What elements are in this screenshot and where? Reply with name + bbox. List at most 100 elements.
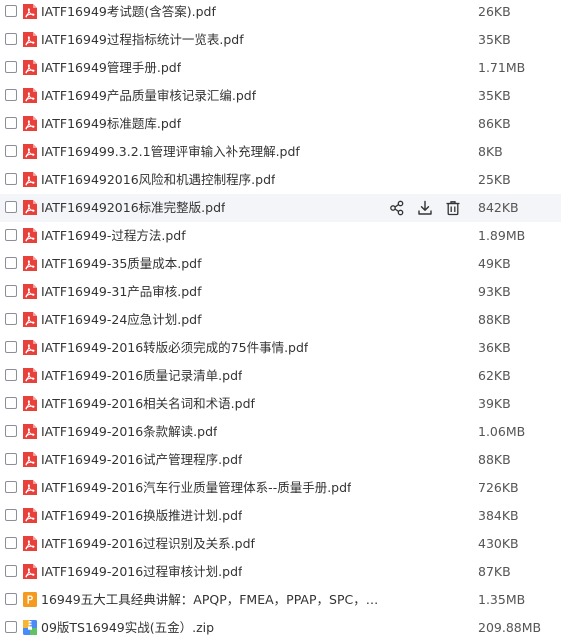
pdf-icon [22,143,38,160]
file-checkbox[interactable] [5,425,17,437]
file-name[interactable]: IATF16949-24应急计划.pdf [41,306,202,334]
pdf-icon [22,339,38,356]
file-row[interactable]: IATF16949-2016汽车行业质量管理体系--质量手册.pdf 726KB [0,474,561,502]
file-checkbox[interactable] [5,5,17,17]
file-row[interactable]: IATF16949产品质量审核记录汇编.pdf 35KB [0,82,561,110]
file-name[interactable]: IATF16949产品质量审核记录汇编.pdf [41,82,256,110]
file-checkbox[interactable] [5,89,17,101]
file-size: 209.88MB [478,620,542,635]
pdf-icon [22,115,38,132]
file-row[interactable]: 09版TS16949实战(五金）.zip 209.88MB [0,614,561,642]
file-name[interactable]: 16949五大工具经典讲解：APQP，FMEA，PPAP，SPC，MSA... [41,586,386,614]
pdf-icon [22,3,38,20]
file-size: 87KB [478,564,511,579]
file-name[interactable]: IATF16949过程指标统计一览表.pdf [41,26,244,54]
file-checkbox[interactable] [5,481,17,493]
pdf-icon [22,171,38,188]
file-row[interactable]: IATF16949-31产品审核.pdf 93KB [0,278,561,306]
file-size: 1.35MB [478,592,526,607]
file-name[interactable]: 09版TS16949实战(五金）.zip [41,614,214,642]
file-row[interactable]: IATF16949-2016条款解读.pdf 1.06MB [0,418,561,446]
file-checkbox[interactable] [5,341,17,353]
file-size: 26KB [478,4,511,19]
file-checkbox[interactable] [5,117,17,129]
file-row[interactable]: IATF16949-2016过程识别及关系.pdf 430KB [0,530,561,558]
file-row[interactable]: IATF16949管理手册.pdf 1.71MB [0,54,561,82]
file-checkbox[interactable] [5,565,17,577]
file-checkbox[interactable] [5,257,17,269]
file-checkbox[interactable] [5,593,17,605]
file-size: 8KB [478,144,503,159]
file-row[interactable]: IATF16949过程指标统计一览表.pdf 35KB [0,26,561,54]
file-checkbox[interactable] [5,229,17,241]
file-checkbox[interactable] [5,145,17,157]
file-name[interactable]: IATF16949-2016转版必须完成的75件事情.pdf [41,334,308,362]
file-checkbox[interactable] [5,453,17,465]
file-name[interactable]: IATF169499.3.2.1管理评审输入补充理解.pdf [41,138,300,166]
file-name[interactable]: IATF169492016标准完整版.pdf [41,194,225,222]
file-size: 1.06MB [478,424,526,439]
file-name[interactable]: IATF16949-过程方法.pdf [41,222,186,250]
file-row[interactable]: 16949五大工具经典讲解：APQP，FMEA，PPAP，SPC，MSA... 1… [0,586,561,614]
file-name[interactable]: IATF16949-2016试产管理程序.pdf [41,446,242,474]
file-checkbox[interactable] [5,61,17,73]
file-name[interactable]: IATF16949-31产品审核.pdf [41,278,202,306]
file-row[interactable]: IATF16949考试题(含答案).pdf 26KB [0,0,561,26]
file-size: 35KB [478,32,511,47]
file-row[interactable]: IATF16949-2016过程审核计划.pdf 87KB [0,558,561,586]
file-name[interactable]: IATF169492016风险和机遇控制程序.pdf [41,166,275,194]
file-name[interactable]: IATF16949-2016相关名词和术语.pdf [41,390,255,418]
file-checkbox[interactable] [5,285,17,297]
file-row[interactable]: IATF16949-24应急计划.pdf 88KB [0,306,561,334]
file-row[interactable]: IATF16949-2016换版推进计划.pdf 384KB [0,502,561,530]
file-checkbox[interactable] [5,397,17,409]
file-row[interactable]: IATF169499.3.2.1管理评审输入补充理解.pdf 8KB [0,138,561,166]
file-name[interactable]: IATF16949考试题(含答案).pdf [41,0,216,26]
pdf-icon [22,87,38,104]
file-row[interactable]: IATF169492016风险和机遇控制程序.pdf 25KB [0,166,561,194]
file-name[interactable]: IATF16949-2016汽车行业质量管理体系--质量手册.pdf [41,474,351,502]
file-name[interactable]: IATF16949-2016条款解读.pdf [41,418,217,446]
pdf-icon [22,563,38,580]
file-name[interactable]: IATF16949-2016质量记录清单.pdf [41,362,242,390]
pdf-icon [22,255,38,272]
pdf-icon [22,31,38,48]
file-name[interactable]: IATF16949管理手册.pdf [41,54,181,82]
file-checkbox[interactable] [5,33,17,45]
file-name[interactable]: IATF16949标准题库.pdf [41,110,181,138]
file-row[interactable]: IATF16949-2016试产管理程序.pdf 88KB [0,446,561,474]
file-checkbox[interactable] [5,201,17,213]
pdf-icon [22,451,38,468]
file-name[interactable]: IATF16949-2016过程审核计划.pdf [41,558,242,586]
file-checkbox[interactable] [5,173,17,185]
pdf-icon [22,311,38,328]
file-checkbox[interactable] [5,509,17,521]
pdf-icon [22,367,38,384]
file-size: 36KB [478,340,511,355]
file-row[interactable]: IATF16949-2016质量记录清单.pdf 62KB [0,362,561,390]
file-checkbox[interactable] [5,537,17,549]
file-row[interactable]: IATF16949-2016转版必须完成的75件事情.pdf 36KB [0,334,561,362]
file-row[interactable]: IATF16949-35质量成本.pdf 49KB [0,250,561,278]
zip-icon [22,619,38,636]
file-size: 1.71MB [478,60,526,75]
file-size: 86KB [478,116,511,131]
file-checkbox[interactable] [5,621,17,633]
file-checkbox[interactable] [5,313,17,325]
file-row[interactable]: IATF169492016标准完整版.pdf 842KB [0,194,561,222]
file-name[interactable]: IATF16949-2016过程识别及关系.pdf [41,530,255,558]
delete-icon[interactable] [444,199,462,217]
file-name[interactable]: IATF16949-2016换版推进计划.pdf [41,502,242,530]
file-size: 35KB [478,88,511,103]
file-size: 39KB [478,396,511,411]
file-name[interactable]: IATF16949-35质量成本.pdf [41,250,202,278]
file-row[interactable]: IATF16949-过程方法.pdf 1.89MB [0,222,561,250]
share-icon[interactable] [388,199,406,217]
file-row[interactable]: IATF16949-2016相关名词和术语.pdf 39KB [0,390,561,418]
file-checkbox[interactable] [5,369,17,381]
file-size: 726KB [478,480,519,495]
file-row[interactable]: IATF16949标准题库.pdf 86KB [0,110,561,138]
pdf-icon [22,507,38,524]
file-size: 62KB [478,368,511,383]
download-icon[interactable] [416,199,434,217]
